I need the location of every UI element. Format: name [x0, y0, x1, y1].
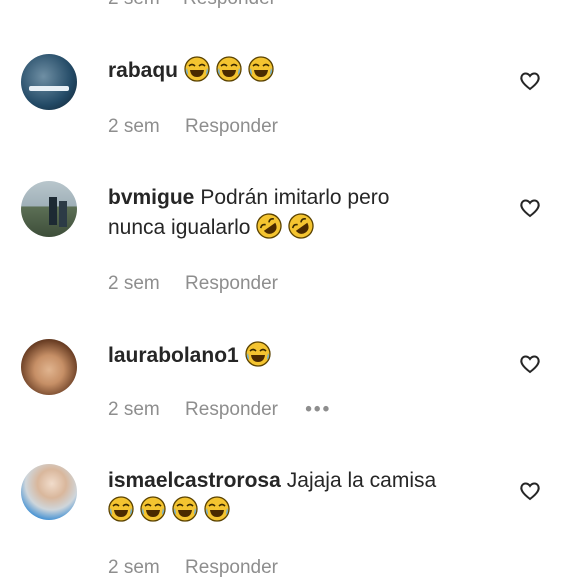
reply-button[interactable]: Responder: [185, 399, 278, 420]
comment-meta: 2 sem Responder •••: [108, 399, 331, 421]
more-options-icon[interactable]: •••: [305, 399, 331, 421]
comment-body: laurabolano1: [108, 341, 488, 371]
previous-comment-meta: 2 sem Responder: [108, 0, 294, 10]
laugh-cry-emoji-icon: [108, 496, 134, 522]
reply-button[interactable]: Responder: [185, 116, 278, 137]
laugh-cry-emoji-icon: [245, 341, 271, 367]
heart-icon[interactable]: [518, 479, 542, 503]
laugh-cry-emoji-icon: [184, 56, 210, 82]
heart-icon[interactable]: [518, 352, 542, 376]
rofl-emoji-icon: [256, 213, 282, 239]
avatar[interactable]: [21, 339, 77, 395]
comment-time: 2 sem: [108, 116, 160, 137]
avatar[interactable]: [21, 464, 77, 520]
reply-button[interactable]: Responder: [185, 557, 278, 578]
comment-time: 2 sem: [108, 273, 160, 294]
comment-text: Podrán imitarlo pero: [200, 186, 390, 209]
heart-icon[interactable]: [518, 196, 542, 220]
comment-text: Jajaja la camisa: [286, 469, 437, 492]
comment-time: 2 sem: [108, 399, 160, 420]
comment-meta: 2 sem Responder: [108, 116, 278, 138]
laugh-cry-emoji-icon: [204, 496, 230, 522]
laugh-cry-emoji-icon: [248, 56, 274, 82]
comment-meta: 2 sem Responder: [108, 273, 278, 295]
heart-icon[interactable]: [518, 69, 542, 93]
comment-meta: 2 sem Responder: [108, 557, 278, 579]
comment-time: 2 sem: [108, 0, 160, 9]
laugh-cry-emoji-icon: [216, 56, 242, 82]
laugh-cry-emoji-icon: [172, 496, 198, 522]
avatar[interactable]: [21, 54, 77, 110]
laugh-cry-emoji-icon: [140, 496, 166, 522]
username[interactable]: ismaelcastrorosa: [108, 469, 281, 492]
avatar[interactable]: [21, 181, 77, 237]
comment-time: 2 sem: [108, 557, 160, 578]
username[interactable]: bvmigue: [108, 186, 194, 209]
comment-body: bvmigue Podrán imitarlo pero nunca iguala…: [108, 183, 488, 243]
comment-text-line-2: nunca igualarlo: [108, 216, 251, 239]
comment-body: ismaelcastrorosa Jajaja la camisa: [108, 466, 488, 526]
reply-button[interactable]: Responder: [185, 273, 278, 294]
rofl-emoji-icon: [288, 213, 314, 239]
username[interactable]: rabaqu: [108, 59, 178, 82]
reply-button[interactable]: Responder: [183, 0, 276, 9]
username[interactable]: laurabolano1: [108, 344, 239, 367]
comment-body: rabaqu: [108, 56, 488, 86]
